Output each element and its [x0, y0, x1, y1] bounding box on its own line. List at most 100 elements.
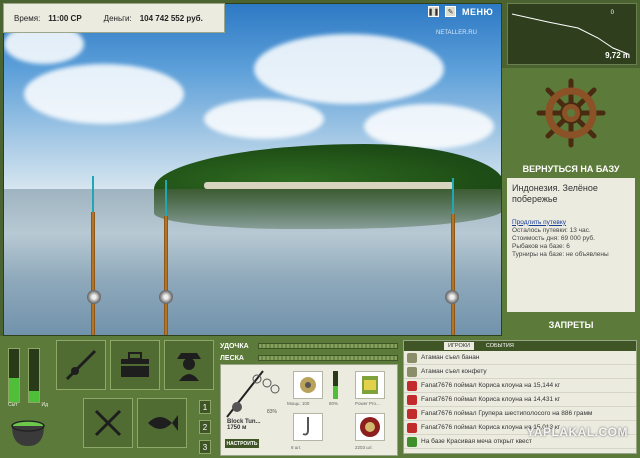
- line-condition: ЛЕСКА: [220, 352, 398, 364]
- info-line: Стоимость дня: 69 000 руб.: [512, 234, 595, 242]
- bait-icon: [360, 417, 380, 437]
- event-text: Fanat7676 поймал Групера шестиполосого н…: [421, 410, 593, 417]
- rod-slot-1[interactable]: 1: [199, 400, 211, 414]
- event-text: Fanat7676 поймал Кориса клоуна на 15,144…: [421, 382, 561, 389]
- character-button[interactable]: [164, 340, 214, 390]
- beach: [204, 182, 454, 189]
- time-value: 11:00 СР: [48, 13, 82, 23]
- reel-icon: [445, 290, 459, 304]
- info-line: Турниры на базе: не объявлены: [512, 250, 609, 258]
- line-spool-icon: [362, 376, 378, 394]
- info-line: Рыбаков на базе: 6: [512, 242, 570, 250]
- cloud: [364, 104, 494, 149]
- watermark: YAPLAKAL.COM: [526, 425, 628, 439]
- event-row: Атаман съел конфету: [404, 365, 636, 379]
- events-panel: ИГРОКИ СОБЫТИЯ Атаман съел банан Атаман с…: [403, 340, 637, 454]
- bans-button[interactable]: ЗАПРЕТЫ: [502, 320, 640, 330]
- event-icon: [407, 408, 417, 419]
- menu-button[interactable]: МЕНЮ: [462, 7, 493, 17]
- event-icon: [407, 380, 417, 391]
- reel-slot[interactable]: [293, 371, 323, 399]
- rod-tip: [452, 178, 454, 216]
- rod-condition-label: УДОЧКА: [220, 342, 249, 350]
- return-to-base-button[interactable]: ВЕРНУТЬСЯ НА БАЗУ: [502, 164, 640, 174]
- top-toolbar: ❚❚ ✎ МЕНЮ: [428, 6, 493, 17]
- depth-readout: 9,72 m: [605, 51, 630, 60]
- cloud: [204, 99, 324, 139]
- fish-keepnet-button[interactable]: [137, 398, 187, 448]
- event-icon: [407, 366, 417, 377]
- island-reflection: [154, 189, 501, 229]
- fishing-scene[interactable]: [3, 3, 502, 336]
- rod-tip: [92, 176, 94, 214]
- fork-knife-icon: [94, 409, 122, 437]
- fishing-rod-3[interactable]: [451, 214, 455, 335]
- fishing-rod-1[interactable]: [91, 212, 95, 335]
- hook-slot[interactable]: [293, 413, 323, 441]
- event-text: Атаман съел банан: [421, 354, 480, 361]
- location-panel: ВЕРНУТЬСЯ НА БАЗУ Индонезия. Зелёное поб…: [502, 68, 640, 336]
- reel-durability: [333, 371, 338, 399]
- gauge-fill: [29, 391, 39, 402]
- event-text: Атаман съел конфету: [421, 368, 487, 375]
- ship-wheel-icon[interactable]: [536, 78, 606, 148]
- rod-tip: [165, 180, 167, 218]
- event-row: Fanat7676 поймал Кориса клоуна на 14,431…: [404, 393, 636, 407]
- location-title: Индонезия. Зелёное побережье: [512, 183, 598, 204]
- bait-slot[interactable]: [355, 413, 385, 441]
- gauge-label: Сыт: [8, 402, 18, 408]
- hook-icon: [302, 417, 309, 436]
- tackle-panel: 83% Block Tun... 1750 м НАСТРОИТЬ Мощь: …: [220, 364, 398, 456]
- tab-events[interactable]: СОБЫТИЯ: [482, 342, 518, 350]
- fatigue-gauge: [28, 348, 40, 403]
- fish-icon: [148, 415, 178, 431]
- reel-icon: [300, 377, 316, 393]
- durability-fill: [333, 386, 338, 399]
- rod-name: Block Tun... 1750 м: [227, 419, 261, 431]
- location-info: Индонезия. Зелёное побережье Продлить пу…: [507, 178, 635, 312]
- toolbox-icon: [121, 352, 149, 377]
- rod-condition-bar: [258, 343, 398, 349]
- tab-players[interactable]: ИГРОКИ: [444, 342, 474, 350]
- gauge-label: Ид: [41, 402, 48, 408]
- line-name: Power Pro...: [355, 401, 380, 406]
- event-row: Fanat7676 поймал Групера шестиполосого н…: [404, 407, 636, 421]
- info-bar: Время: 11:00 СР Деньги: 104 742 552 руб.: [3, 3, 225, 33]
- depth-map: 0 9,72 m: [507, 3, 637, 65]
- extend-voucher-link[interactable]: Продлить путевку: [512, 219, 630, 226]
- time-label: Время:: [14, 13, 41, 23]
- rod-condition: УДОЧКА: [220, 340, 398, 352]
- event-icon: [407, 394, 417, 405]
- cloud: [24, 64, 184, 124]
- tune-button[interactable]: НАСТРОИТЬ: [225, 439, 259, 448]
- event-icon: [407, 422, 417, 433]
- gauge-labels: Сыт Ид: [8, 402, 48, 408]
- reel-percent: 80%: [329, 401, 339, 406]
- info-line: Осталось путевки: 13 час.: [512, 226, 591, 234]
- depth-zero-label: 0: [610, 10, 614, 16]
- money-value: 104 742 552 руб.: [139, 13, 203, 23]
- watermark: NETALLER.RU: [436, 30, 477, 36]
- wrench-icon[interactable]: ✎: [445, 6, 456, 17]
- event-icon: [407, 352, 417, 363]
- line-condition-bar: [258, 355, 398, 361]
- event-row: Fanat7676 поймал Кориса клоуна на 15,144…: [404, 379, 636, 393]
- bait-count: 2203 шт.: [355, 445, 373, 450]
- gear-condition: УДОЧКА ЛЕСКА: [220, 340, 398, 364]
- event-text: Fanat7676 поймал Кориса клоуна на 14,431…: [421, 396, 561, 403]
- line-slot[interactable]: [355, 371, 385, 399]
- bottom-panel: Сыт Ид 1 2 3 УДОЧКА ЛЕСКА 83% Block Tun.…: [0, 336, 640, 458]
- cauldron-icon[interactable]: [8, 412, 48, 450]
- fisherman-icon: [177, 353, 201, 381]
- pause-icon[interactable]: ❚❚: [428, 6, 439, 17]
- rod-slot-2[interactable]: 2: [199, 420, 211, 434]
- rod-slot-3[interactable]: 3: [199, 440, 211, 454]
- cloud: [254, 34, 444, 104]
- fishing-rod-2[interactable]: [164, 216, 168, 335]
- gauge-fill: [9, 378, 19, 402]
- tackle-box-button[interactable]: [110, 340, 160, 390]
- food-button[interactable]: [83, 398, 133, 448]
- hook-count: 8 шт.: [291, 445, 302, 450]
- line-condition-label: ЛЕСКА: [220, 354, 244, 362]
- rod-action-button[interactable]: [56, 340, 106, 390]
